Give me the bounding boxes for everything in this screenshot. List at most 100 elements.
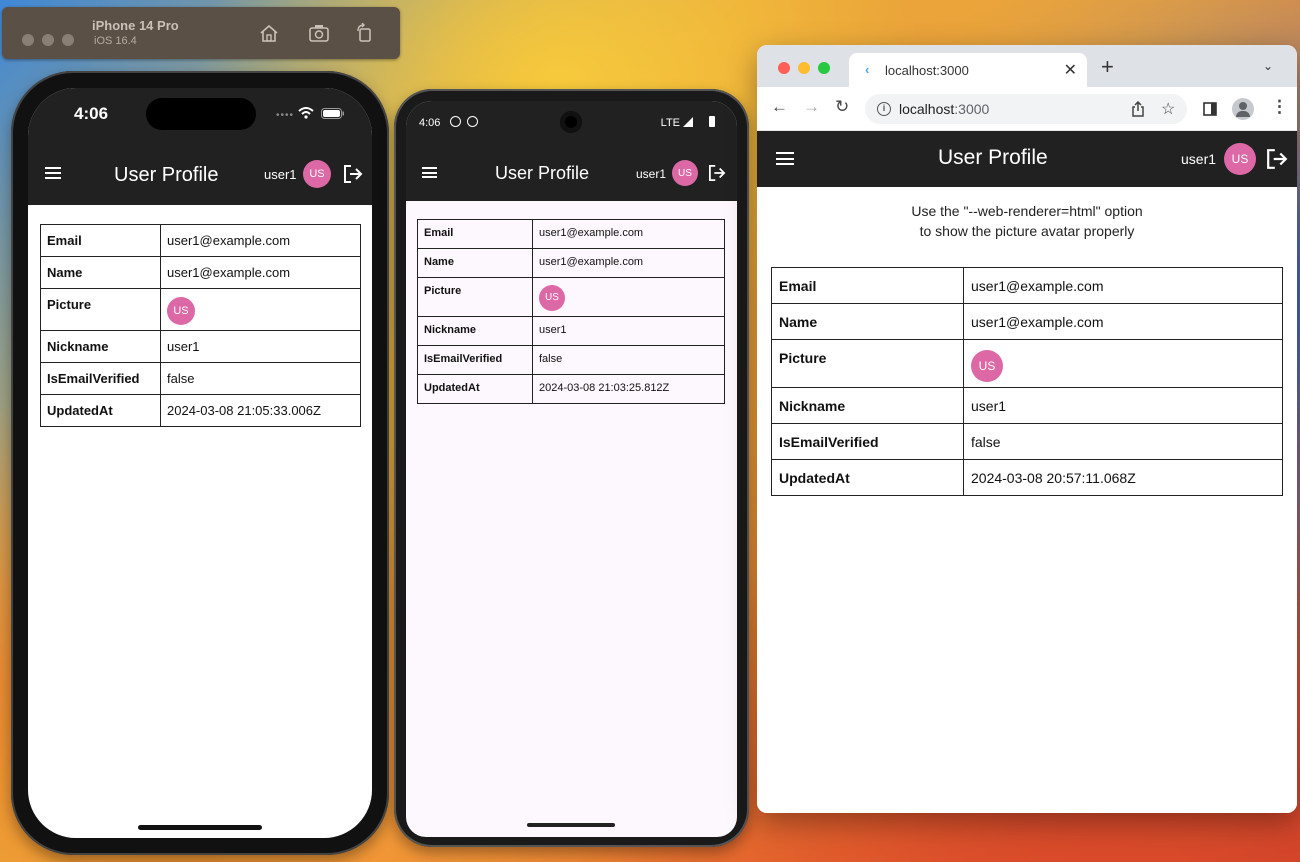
simulator-os-version: iOS 16.4	[94, 35, 137, 47]
profile-table: Email user1@example.com Name user1@example.…	[771, 267, 1283, 496]
ios-status-bar: 4:06 ••••	[28, 88, 372, 143]
url-port: :3000	[954, 101, 990, 117]
window-zoom-button[interactable]	[818, 62, 830, 74]
close-tab-icon[interactable]: ✕	[1064, 60, 1077, 80]
profile-table: Email user1@example.com Name user1@example.…	[40, 224, 361, 427]
tab-title: localhost:3000	[885, 63, 969, 78]
field-label: Nickname	[417, 316, 533, 346]
battery-icon	[321, 108, 344, 119]
home-icon[interactable]	[258, 23, 280, 43]
star-icon[interactable]: ☆	[1161, 99, 1175, 119]
field-label: UpdatedAt	[771, 459, 964, 496]
logout-icon[interactable]	[708, 165, 726, 181]
camera-cutout	[560, 111, 582, 133]
browser-window: ‹ localhost:3000 ✕ + ⌄ ← → ↻ i localhost…	[757, 45, 1297, 813]
username-label: user1	[1181, 151, 1217, 167]
reload-icon[interactable]: ↻	[835, 97, 849, 117]
field-label: IsEmailVerified	[417, 345, 533, 375]
web-appbar: User Profile user1 US	[757, 131, 1297, 187]
new-tab-button[interactable]: +	[1101, 54, 1114, 80]
field-label: Picture	[417, 277, 533, 317]
menu-icon[interactable]	[422, 167, 437, 178]
avatar[interactable]: US	[672, 160, 698, 186]
table-row: Name user1@example.com	[771, 303, 1283, 340]
table-row: Picture US	[771, 339, 1283, 388]
gesture-handle[interactable]	[527, 823, 615, 827]
window-minimize-button[interactable]	[798, 62, 810, 74]
table-row: Nickname user1	[40, 330, 361, 363]
wifi-icon	[298, 107, 314, 119]
flutter-icon: ‹	[865, 62, 870, 77]
notice-line-2: to show the picture avatar properly	[919, 223, 1135, 239]
android-nav-bar	[406, 817, 737, 837]
table-row: Picture US	[417, 277, 725, 317]
table-row: Email user1@example.com	[771, 267, 1283, 304]
table-row: UpdatedAt 2024-03-08 20:57:11.068Z	[771, 459, 1283, 496]
sidepanel-icon[interactable]	[1203, 102, 1217, 116]
field-value: user1@example.com	[963, 267, 1283, 304]
avatar: US	[539, 285, 565, 311]
username-label: user1	[636, 167, 667, 181]
field-label: Picture	[40, 288, 161, 331]
screenshot-icon[interactable]	[308, 23, 330, 43]
home-indicator[interactable]	[138, 825, 262, 830]
page-title: User Profile	[114, 164, 219, 186]
profile-table: Email user1@example.com Name user1@example.…	[417, 219, 725, 404]
window-close-button[interactable]	[778, 62, 790, 74]
table-row: UpdatedAt 2024-03-08 21:03:25.812Z	[417, 374, 725, 404]
field-label: UpdatedAt	[417, 374, 533, 404]
table-row: Email user1@example.com	[417, 219, 725, 249]
url-text[interactable]: localhost:3000	[899, 101, 989, 117]
menu-icon[interactable]	[45, 167, 61, 179]
avatar[interactable]: US	[1224, 143, 1256, 175]
web-page: User Profile user1 US Use the "--web-ren…	[757, 131, 1297, 813]
profile-table-body: Email user1@example.com Name user1@example.…	[417, 219, 725, 404]
window-zoom-button[interactable]	[62, 34, 74, 46]
kebab-icon[interactable]: ⋮	[1271, 97, 1288, 117]
forward-icon[interactable]: →	[803, 97, 820, 117]
table-row: IsEmailVerified false	[40, 362, 361, 395]
dynamic-island	[146, 98, 256, 130]
avatar: US	[971, 350, 1003, 382]
logout-icon[interactable]	[1266, 149, 1288, 169]
browser-tab[interactable]: ‹ localhost:3000 ✕	[849, 53, 1087, 87]
menu-icon[interactable]	[776, 152, 794, 165]
page-title: User Profile	[938, 146, 1048, 169]
table-row: Nickname user1	[417, 316, 725, 346]
table-row: Picture US	[40, 288, 361, 331]
android-appbar: User Profile user1 US	[406, 143, 737, 201]
window-close-button[interactable]	[22, 34, 34, 46]
back-icon[interactable]: ←	[771, 97, 788, 117]
profile-table-body: Email user1@example.com Name user1@example.…	[771, 267, 1283, 496]
address-bar[interactable]: i localhost:3000 ☆	[865, 94, 1187, 124]
table-row: Nickname user1	[771, 387, 1283, 424]
table-row: UpdatedAt 2024-03-08 21:05:33.006Z	[40, 394, 361, 427]
share-icon[interactable]	[1131, 101, 1145, 117]
info-icon[interactable]: i	[877, 102, 891, 116]
logout-icon[interactable]	[343, 165, 363, 183]
field-label: UpdatedAt	[40, 394, 161, 427]
field-value: user1@example.com	[160, 224, 361, 257]
avatar[interactable]: US	[303, 160, 331, 188]
field-label: Email	[417, 219, 533, 249]
field-label: Name	[417, 248, 533, 278]
chevron-down-icon[interactable]: ⌄	[1263, 59, 1273, 73]
android-clock: 4:06	[419, 117, 441, 129]
android-status-bar: 4:06 LTE	[406, 101, 737, 143]
iphone-screen: 4:06 •••• User Profile user1 US Email us…	[28, 88, 372, 838]
ios-appbar: User Profile user1 US	[28, 143, 372, 205]
field-value: user1@example.com	[963, 303, 1283, 340]
window-minimize-button[interactable]	[42, 34, 54, 46]
field-value: false	[963, 423, 1283, 460]
avatar: US	[167, 297, 195, 325]
field-label: Email	[771, 267, 964, 304]
iphone-device: 4:06 •••• User Profile user1 US Email us…	[11, 71, 389, 855]
profile-icon[interactable]	[1232, 98, 1254, 120]
rotate-icon[interactable]	[354, 23, 376, 43]
browser-toolbar: ← → ↻ i localhost:3000 ☆ ⋮	[757, 87, 1297, 131]
url-host: localhost	[899, 101, 955, 117]
simulator-titlebar: iPhone 14 Pro iOS 16.4	[2, 7, 400, 59]
field-value: user1	[532, 316, 725, 346]
ios-clock: 4:06	[74, 104, 109, 123]
network-type: LTE	[660, 117, 680, 129]
